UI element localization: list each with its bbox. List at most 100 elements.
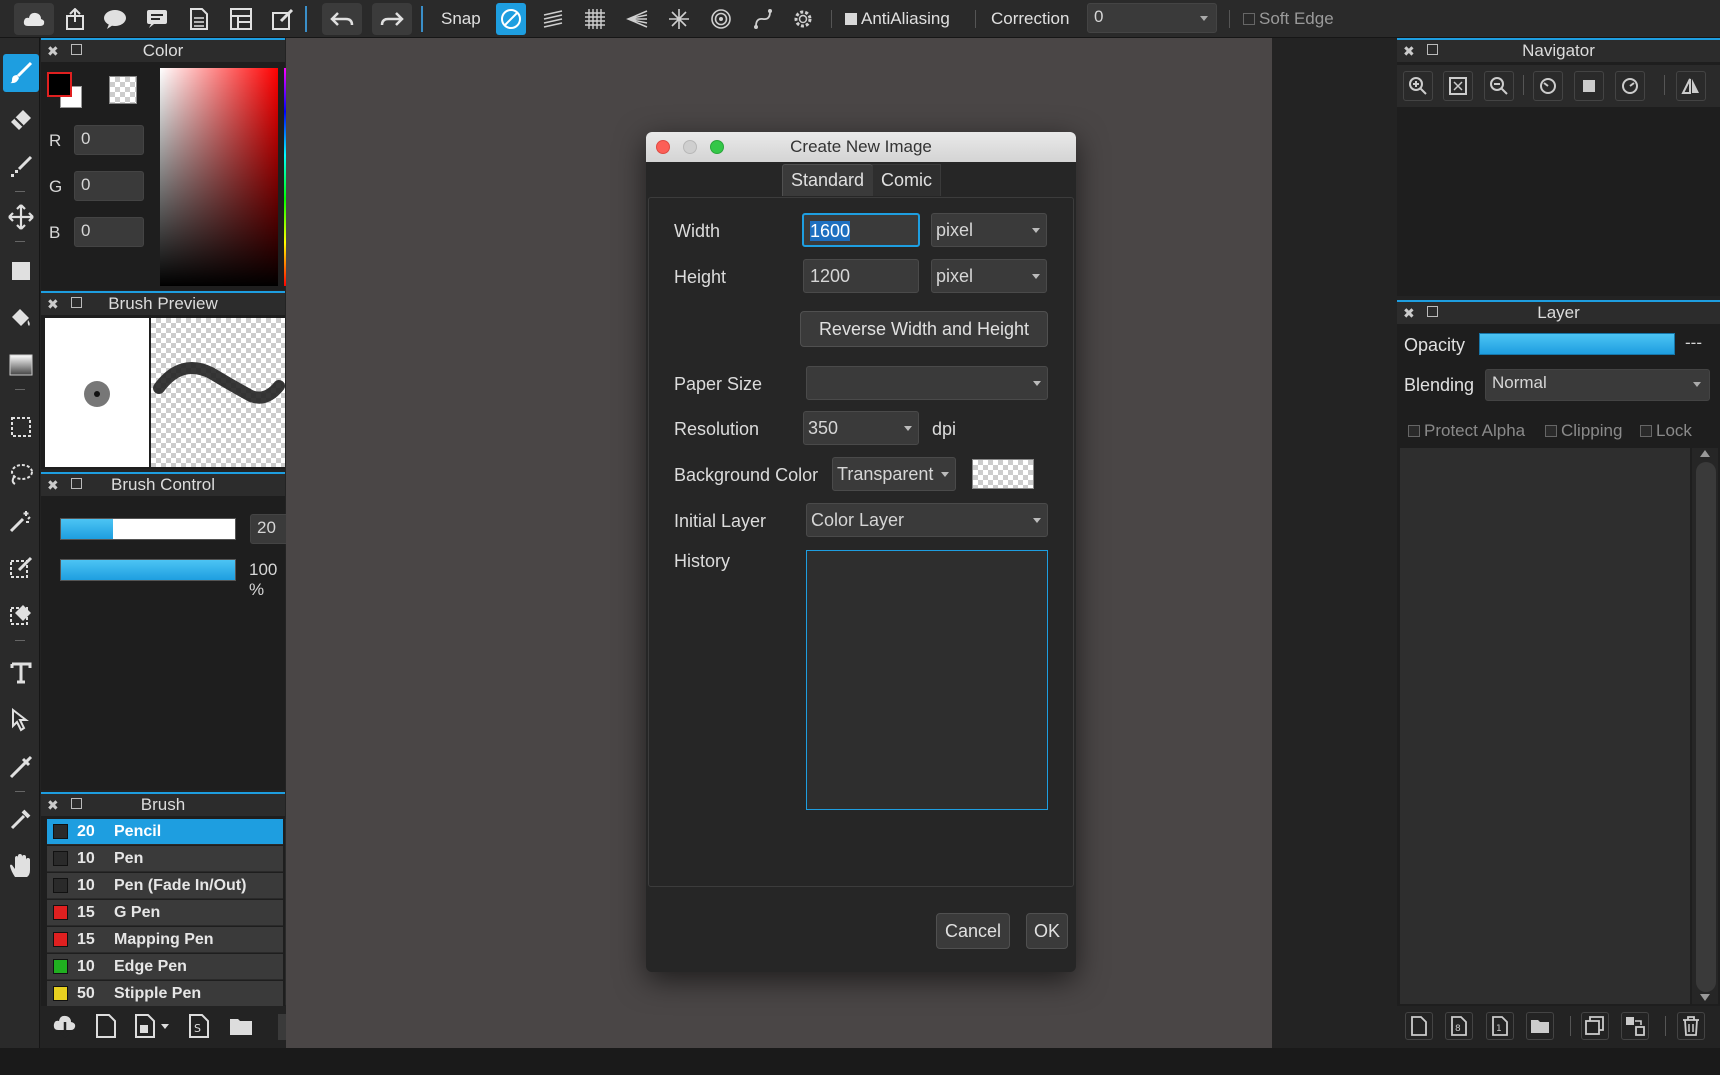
lock-checkbox[interactable]: Lock <box>1640 421 1692 441</box>
edit-layout-icon[interactable] <box>266 3 299 35</box>
speech-bubble-icon[interactable] <box>98 3 131 35</box>
folder-icon[interactable] <box>229 1016 253 1036</box>
reset-rotation-icon[interactable] <box>1574 71 1604 101</box>
transparent-swatch[interactable] <box>109 76 137 104</box>
duplicate-layer-icon[interactable] <box>1581 1012 1609 1040</box>
brush-item-pencil[interactable]: 20 Pencil <box>47 819 283 845</box>
brush-item-pen-fade-in-out[interactable]: 10 Pen (Fade In/Out) <box>47 873 283 899</box>
width-input[interactable]: 1600 <box>802 213 920 247</box>
close-icon[interactable]: ✖ <box>47 293 59 315</box>
comment-icon[interactable] <box>140 3 173 35</box>
tab-standard[interactable]: Standard <box>782 164 874 196</box>
new-1bit-layer-icon[interactable]: 1 <box>1486 1012 1514 1040</box>
clipping-checkbox[interactable]: Clipping <box>1545 421 1622 441</box>
g-input[interactable]: 0 <box>74 171 144 201</box>
popout-icon[interactable] <box>71 44 82 55</box>
merge-layer-icon[interactable] <box>1621 1012 1649 1040</box>
eraser-tool-icon[interactable] <box>3 101 39 139</box>
popout-icon[interactable] <box>71 798 82 809</box>
history-list[interactable] <box>806 550 1048 810</box>
divide-tool-icon[interactable] <box>3 748 39 786</box>
cancel-button[interactable]: Cancel <box>936 913 1010 949</box>
document-icon[interactable] <box>182 3 215 35</box>
new-brush-icon[interactable] <box>96 1014 116 1038</box>
rect-select-tool-icon[interactable] <box>3 408 39 446</box>
tab-comic[interactable]: Comic <box>872 164 942 196</box>
share-icon[interactable] <box>58 3 91 35</box>
popout-icon[interactable] <box>1427 306 1438 317</box>
scroll-thumb[interactable] <box>1696 462 1716 992</box>
fit-to-window-icon[interactable] <box>1443 71 1473 101</box>
hand-tool-icon[interactable] <box>3 847 39 885</box>
panel-layout-icon[interactable] <box>224 3 257 35</box>
fill-bucket-tool-icon[interactable] <box>3 299 39 337</box>
paper-size-select[interactable] <box>806 366 1048 400</box>
cloud-icon[interactable] <box>14 3 54 35</box>
close-window-icon[interactable] <box>656 140 670 154</box>
rectangle-tool-icon[interactable] <box>3 252 39 290</box>
new-8bit-layer-icon[interactable]: 8 <box>1445 1012 1473 1040</box>
height-unit-select[interactable]: pixel <box>931 259 1047 293</box>
resolution-select[interactable]: 350 <box>803 411 919 445</box>
new-folder-icon[interactable] <box>1526 1012 1554 1040</box>
brush-size-slider[interactable] <box>60 518 236 540</box>
height-input[interactable]: 1200 <box>803 259 919 293</box>
scroll-down-icon[interactable] <box>1700 994 1710 1001</box>
select-eraser-tool-icon[interactable] <box>3 596 39 634</box>
curve-snap-icon[interactable] <box>746 3 779 35</box>
brush-menu-icon[interactable] <box>135 1014 171 1038</box>
layer-list[interactable] <box>1400 448 1690 1004</box>
perspective-snap-icon[interactable] <box>620 3 653 35</box>
move-tool-icon[interactable] <box>3 198 39 236</box>
ok-button[interactable]: OK <box>1026 913 1068 949</box>
close-icon[interactable]: ✖ <box>47 40 59 62</box>
rotate-right-icon[interactable] <box>1615 71 1645 101</box>
blending-select[interactable]: Normal <box>1485 369 1710 401</box>
brush-item-mapping-pen[interactable]: 15 Mapping Pen <box>47 927 283 953</box>
maximize-window-icon[interactable] <box>710 140 724 154</box>
popout-icon[interactable] <box>1427 44 1438 55</box>
brush-opacity-slider[interactable] <box>60 559 236 581</box>
operation-tool-icon[interactable] <box>3 701 39 739</box>
brush-item-pen[interactable]: 10 Pen <box>47 846 283 872</box>
text-tool-icon[interactable] <box>3 654 39 692</box>
eyedropper-tool-icon[interactable] <box>3 800 39 838</box>
brush-item-stipple-pen[interactable]: 50 Stipple Pen <box>47 981 283 1007</box>
close-icon[interactable]: ✖ <box>1403 302 1415 324</box>
parallel-snap-icon[interactable] <box>536 3 569 35</box>
width-unit-select[interactable]: pixel <box>931 213 1047 247</box>
zoom-out-icon[interactable] <box>1484 71 1514 101</box>
popout-icon[interactable] <box>71 478 82 489</box>
scroll-up-icon[interactable] <box>1700 450 1710 457</box>
undo-icon[interactable] <box>322 3 362 35</box>
gradient-tool-icon[interactable] <box>3 346 39 384</box>
close-icon[interactable]: ✖ <box>47 474 59 496</box>
gear-icon[interactable] <box>786 3 819 35</box>
dialog-titlebar[interactable]: Create New Image <box>646 132 1076 162</box>
brush-item-g-pen[interactable]: 15 G Pen <box>47 900 283 926</box>
concentric-snap-icon[interactable] <box>704 3 737 35</box>
dot-brush-tool-icon[interactable] <box>3 148 39 186</box>
saturation-value-picker[interactable] <box>160 68 278 286</box>
foreground-color-swatch[interactable] <box>47 72 72 97</box>
protect-alpha-checkbox[interactable]: Protect Alpha <box>1408 421 1525 441</box>
background-color-swatch[interactable] <box>972 459 1034 489</box>
brush-settings-icon[interactable]: S <box>189 1014 209 1038</box>
zoom-in-icon[interactable] <box>1403 71 1433 101</box>
new-layer-icon[interactable] <box>1405 1012 1433 1040</box>
popout-icon[interactable] <box>71 297 82 308</box>
close-icon[interactable]: ✖ <box>47 794 59 816</box>
initial-layer-select[interactable]: Color Layer <box>806 503 1048 537</box>
rotate-left-icon[interactable] <box>1533 71 1563 101</box>
redo-icon[interactable] <box>372 3 412 35</box>
b-input[interactable]: 0 <box>74 217 144 247</box>
soft-edge-checkbox[interactable]: Soft Edge <box>1243 9 1334 29</box>
radial-snap-icon[interactable] <box>662 3 695 35</box>
close-icon[interactable]: ✖ <box>1403 40 1415 62</box>
snap-off-icon[interactable] <box>496 3 526 35</box>
antialiasing-checkbox[interactable]: AntiAliasing <box>845 9 950 29</box>
layer-opacity-slider[interactable] <box>1479 333 1675 355</box>
lasso-tool-icon[interactable] <box>3 455 39 493</box>
background-color-select[interactable]: Transparent <box>832 457 956 491</box>
reverse-width-height-button[interactable]: Reverse Width and Height <box>800 311 1048 347</box>
